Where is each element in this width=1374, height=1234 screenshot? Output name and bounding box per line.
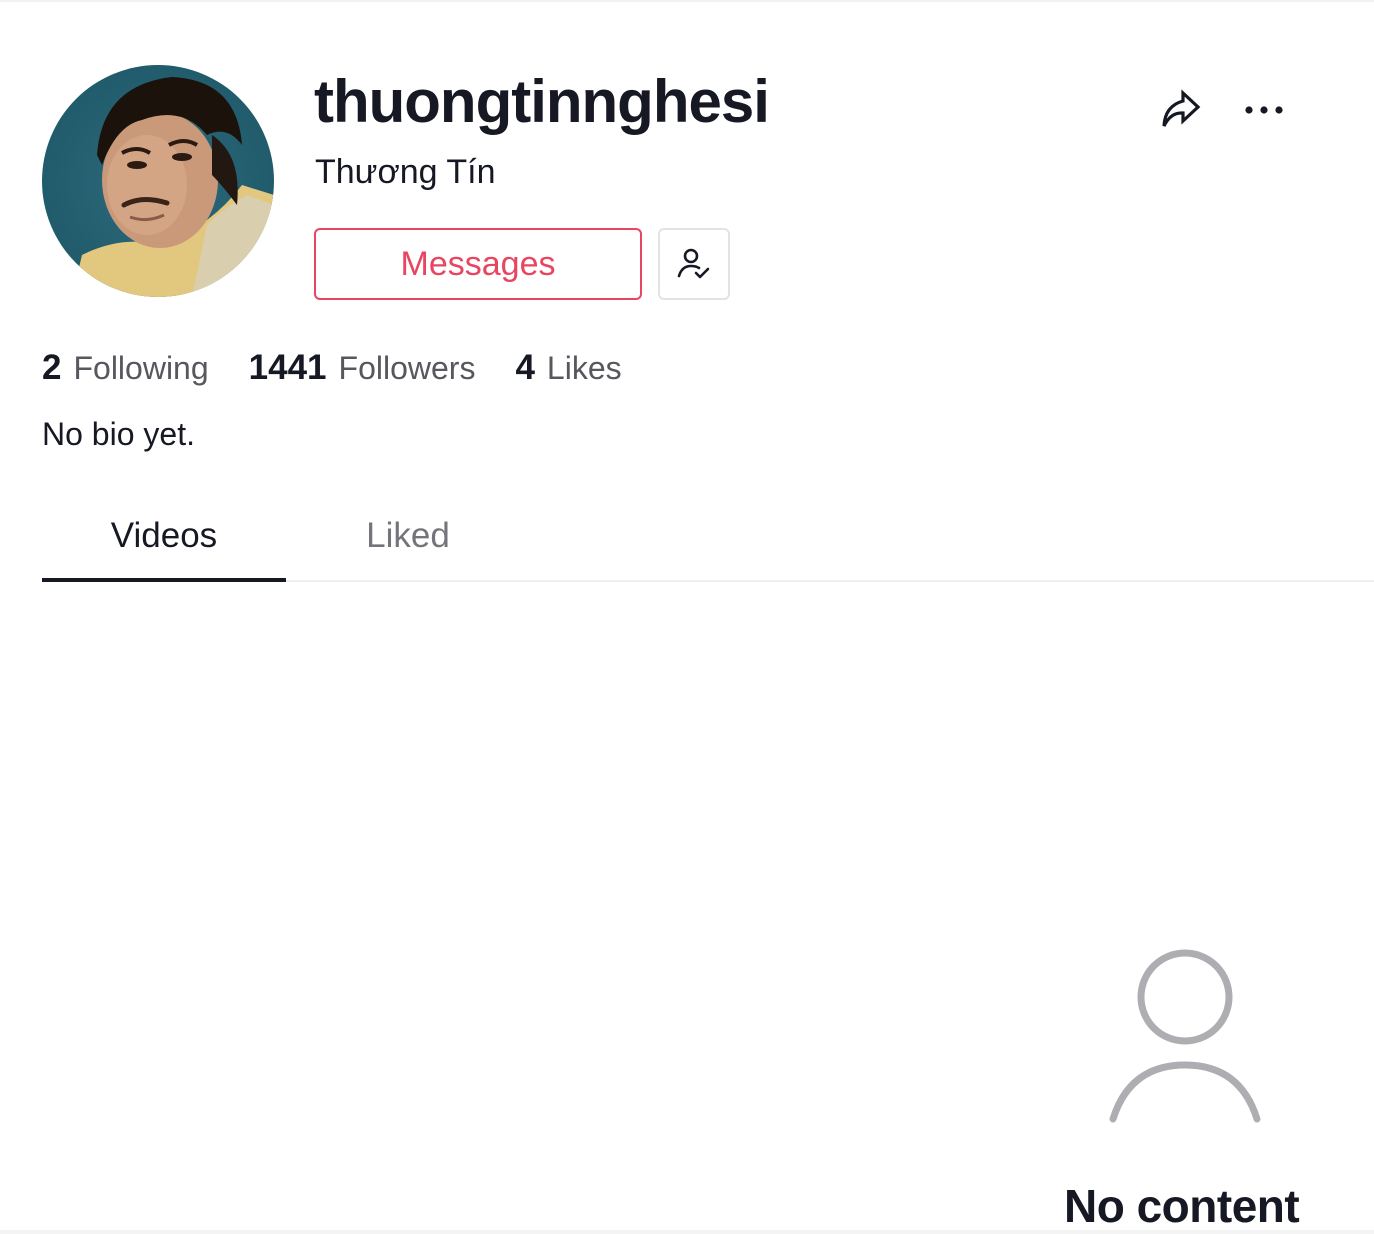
top-border (0, 0, 1374, 2)
followers-label: Followers (338, 350, 476, 386)
bottom-edge (0, 1230, 1374, 1234)
followers-count: 1441 (248, 348, 327, 387)
stat-followers[interactable]: 1441 Followers (249, 346, 476, 390)
share-arrow-icon (1162, 89, 1201, 127)
avatar-image (42, 65, 274, 297)
username: thuongtinnghesi (314, 68, 770, 135)
tab-liked[interactable]: Liked (286, 500, 530, 582)
profile-stats: 2 Following 1441 Followers 4 Likes (42, 346, 662, 390)
following-status-button[interactable] (658, 228, 730, 300)
likes-count: 4 (515, 348, 535, 387)
bio: No bio yet. (42, 416, 195, 452)
avatar[interactable] (42, 65, 274, 297)
display-name: Thương Tín (315, 153, 496, 191)
profile-tabs: Videos Liked (42, 500, 1374, 582)
active-tab-indicator (42, 578, 286, 582)
person-check-icon (677, 248, 710, 279)
share-button[interactable] (1152, 82, 1208, 138)
more-horizontal-icon (1245, 106, 1283, 114)
stat-likes: 4 Likes (515, 346, 621, 390)
likes-label: Likes (546, 350, 622, 386)
tab-videos[interactable]: Videos (42, 500, 286, 582)
messages-button[interactable]: Messages (314, 228, 642, 300)
more-options-button[interactable] (1236, 82, 1292, 138)
stat-following[interactable]: 2 Following (42, 346, 209, 390)
person-outline-icon (1109, 949, 1261, 1123)
following-label: Following (73, 350, 209, 386)
empty-state-title: No content (1064, 1180, 1300, 1232)
following-count: 2 (42, 348, 62, 387)
empty-state-icon-wrapper (1100, 945, 1270, 1131)
